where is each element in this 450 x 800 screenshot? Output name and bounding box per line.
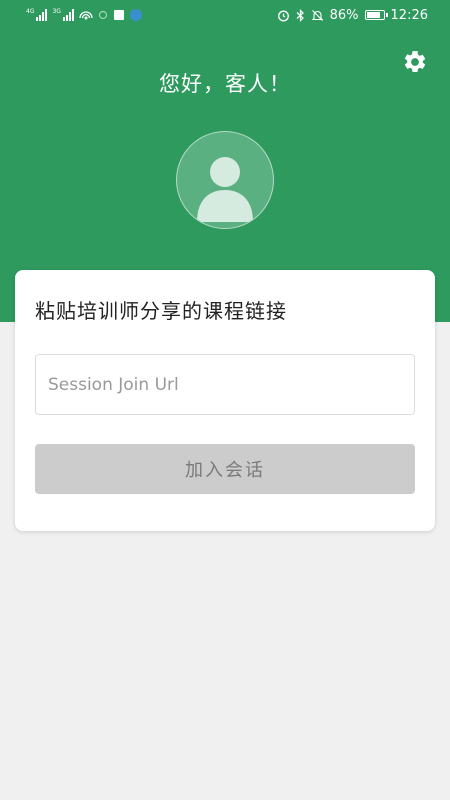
bluetooth-icon [296,8,304,22]
battery-fill [366,12,380,18]
card-title: 粘贴培训师分享的课程链接 [35,299,287,323]
alarm-icon [277,10,289,21]
hotspot-icon [79,11,93,20]
battery-icon [364,10,388,20]
status-bar: 4G 3G 86% 12:26 [0,0,450,30]
app-notification-2-icon [129,9,142,21]
user-avatar-icon [197,157,253,222]
sync-icon [98,10,108,20]
mute-bell-icon [311,9,323,21]
session-url-input[interactable] [35,354,415,415]
greeting-title: 您好，客人！ [159,72,291,96]
join-session-card: 粘贴培训师分享的课程链接 加入会话 [15,270,435,531]
signal-2-label: 3G [52,8,61,15]
clock: 12:26 [390,7,428,23]
battery-percent: 86% [329,7,359,23]
avatar[interactable] [176,131,274,229]
cell-signal-1-icon: 4G [26,8,48,21]
app-notification-icon [112,9,125,21]
join-session-button[interactable]: 加入会话 [35,444,415,494]
cell-signal-2-icon: 3G [52,8,74,21]
signal-1-label: 4G [26,8,35,15]
